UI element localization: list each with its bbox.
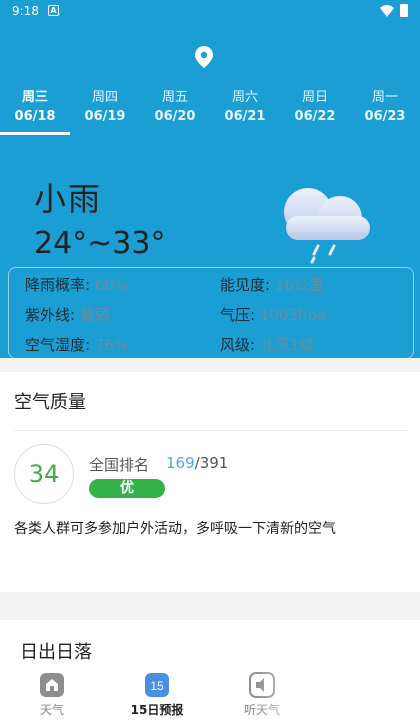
tab-weekday: 周六 [231,90,258,105]
air-pressure: 气压: 1003hpa [220,304,326,325]
tab-weekday: 周一 [371,90,398,105]
status-time: 9:18 [12,4,39,18]
national-rank-label: 全国排名 [89,456,150,474]
divider [14,430,408,431]
rank-total: /391 [194,454,229,472]
rain-probability: 降雨概率: 60% [25,274,128,295]
tab-date: 06/18 [14,109,56,124]
calendar-15-icon: 15 [145,673,169,697]
nav-fade-overlay [255,670,420,720]
visibility-label: 能见度: [220,276,271,294]
light-rain-cloud-icon [284,188,370,264]
tab-day-3[interactable]: 周六 06/21 [210,88,280,136]
rain-probability-label: 降雨概率: [25,276,91,294]
nav-weather[interactable]: 天气 [12,672,92,720]
aqi-level-badge: 优 [89,479,165,498]
location-pin-icon[interactable] [195,46,213,68]
tab-weekday: 周三 [21,90,48,105]
tab-weekday: 周五 [161,90,188,105]
weather-details-box: 降雨概率: 60% 能见度: 16公里 紫外线: 最弱 气压: 1003hpa … [8,267,414,359]
weather-app-screen: 9:18 A 周三 06/18 周四 06/19 周五 06/20 周六 06/… [0,0,420,720]
humidity-value: 76% [94,336,129,354]
visibility-value: 16公里 [274,276,324,294]
national-rank: 169/391 [166,454,228,472]
tab-date: 06/19 [84,109,126,124]
forecast-badge-text: 15 [150,679,164,693]
sunrise-sunset-title: 日出日落 [20,642,92,663]
rain-probability-value: 60% [94,276,129,294]
rank-value: 169 [166,454,195,472]
tab-date: 06/21 [224,109,266,124]
humidity: 空气湿度: 76% [25,334,128,355]
day-tabs: 周三 06/18 周四 06/19 周五 06/20 周六 06/21 周日 0… [0,88,420,136]
home-icon [40,673,64,697]
wifi-icon [380,5,394,17]
weather-header: 9:18 A 周三 06/18 周四 06/19 周五 06/20 周六 06/… [0,0,420,359]
wind-level: 风级: 北风1级 [220,334,314,355]
tab-date: 06/20 [154,109,196,124]
air-quality-title: 空气质量 [14,392,86,413]
tab-day-2[interactable]: 周五 06/20 [140,88,210,136]
visibility: 能见度: 16公里 [220,274,324,295]
uv-label: 紫外线: [25,306,76,324]
pressure-label: 气压: [220,306,256,324]
pressure-value: 1003hpa [259,306,327,324]
tab-day-4[interactable]: 周日 06/22 [280,88,350,136]
tab-day-5[interactable]: 周一 06/23 [350,88,420,136]
status-bar: 9:18 A [0,0,420,24]
tab-weekday: 周四 [91,90,118,105]
air-quality-advice: 各类人群可多参加户外活动，多呼吸一下清新的空气 [14,521,336,537]
nav-forecast[interactable]: 15 15日预报 [117,672,197,720]
battery-icon [400,4,408,17]
tab-day-1[interactable]: 周四 06/19 [70,88,140,136]
wind-label: 风级: [220,336,256,354]
nav-weather-label: 天气 [39,703,64,717]
notification-icon: A [48,5,59,16]
tab-weekday: 周日 [301,90,328,105]
air-quality-card[interactable]: 空气质量 34 全国排名 169/391 优 各类人群可多参加户外活动，多呼吸一… [0,372,420,592]
tab-date: 06/22 [294,109,336,124]
uv-value: 最弱 [79,306,110,324]
aqi-value: 34 [14,444,74,504]
temperature-range: 24°~33° [34,226,166,261]
weather-condition: 小雨 [34,180,103,218]
uv-index: 紫外线: 最弱 [25,304,110,325]
humidity-label: 空气湿度: [25,336,91,354]
active-tab-indicator [0,132,70,135]
wind-value: 北风1级 [259,336,315,354]
tab-day-0[interactable]: 周三 06/18 [0,88,70,136]
tab-date: 06/23 [364,109,406,124]
nav-forecast-label: 15日预报 [130,703,184,717]
